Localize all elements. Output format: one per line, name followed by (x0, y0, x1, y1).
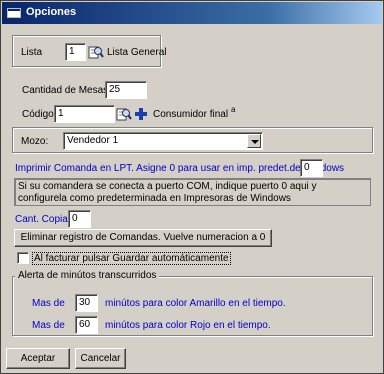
rojo-prefix: Mas de (32, 320, 65, 331)
amarillo-suffix: minútos para color Amarillo en el tiempo… (105, 298, 286, 309)
options-dialog: Opciones Lista 1 Lista General Cantidad … (0, 0, 384, 374)
copias-input[interactable]: 0 (68, 210, 91, 228)
eliminar-registro-button[interactable]: Eliminar registro de Comandas. Vuelve nu… (14, 229, 272, 247)
guardar-checkbox[interactable] (17, 252, 29, 264)
amarillo-input[interactable]: 30 (75, 294, 98, 312)
guardar-label[interactable]: Al facturar pulsar Guardar automáticamen… (32, 252, 231, 265)
copias-label: Cant. Copias (15, 214, 73, 225)
title-bar[interactable]: Opciones (2, 2, 382, 24)
add-customer-icon[interactable] (133, 106, 149, 122)
cancel-button[interactable]: Cancelar (75, 348, 126, 369)
search-customer-icon[interactable] (116, 106, 132, 122)
accept-button[interactable]: Aceptar (6, 348, 70, 369)
mozo-label: Mozo: (21, 136, 49, 147)
alerta-legend: Alerta de minútos transcurridos (15, 270, 160, 281)
lista-label: Lista (21, 47, 43, 58)
window-icon (7, 8, 21, 18)
comanda-info: Si su comandera se conecta a puerto COM,… (14, 178, 371, 206)
rojo-suffix: minútos para color Rojo en el tiempo. (105, 320, 271, 331)
mesas-input[interactable]: 25 (105, 81, 147, 99)
rojo-input[interactable]: 60 (75, 316, 98, 334)
amarillo-prefix: Mas de (32, 298, 65, 309)
codigo-marker: a (231, 105, 236, 114)
codigo-input[interactable]: 1 (54, 105, 115, 123)
comanda-label: Imprimir Comanda en LPT. Asigne 0 para u… (15, 163, 345, 174)
lista-input[interactable]: 1 (65, 43, 86, 61)
codigo-name: Consumidor final (153, 109, 229, 120)
mozo-selected: Vendedor 1 (67, 135, 119, 146)
comanda-input[interactable]: 0 (300, 159, 323, 177)
mesas-label: Cantidad de Mesas: (22, 85, 111, 96)
lista-name: Lista General (107, 47, 167, 58)
codigo-label: Código: (22, 109, 57, 120)
window-title: Opciones (26, 6, 77, 18)
chevron-down-icon[interactable] (247, 134, 261, 148)
mozo-select[interactable]: Vendedor 1 (63, 132, 263, 150)
search-list-icon[interactable] (88, 44, 104, 60)
